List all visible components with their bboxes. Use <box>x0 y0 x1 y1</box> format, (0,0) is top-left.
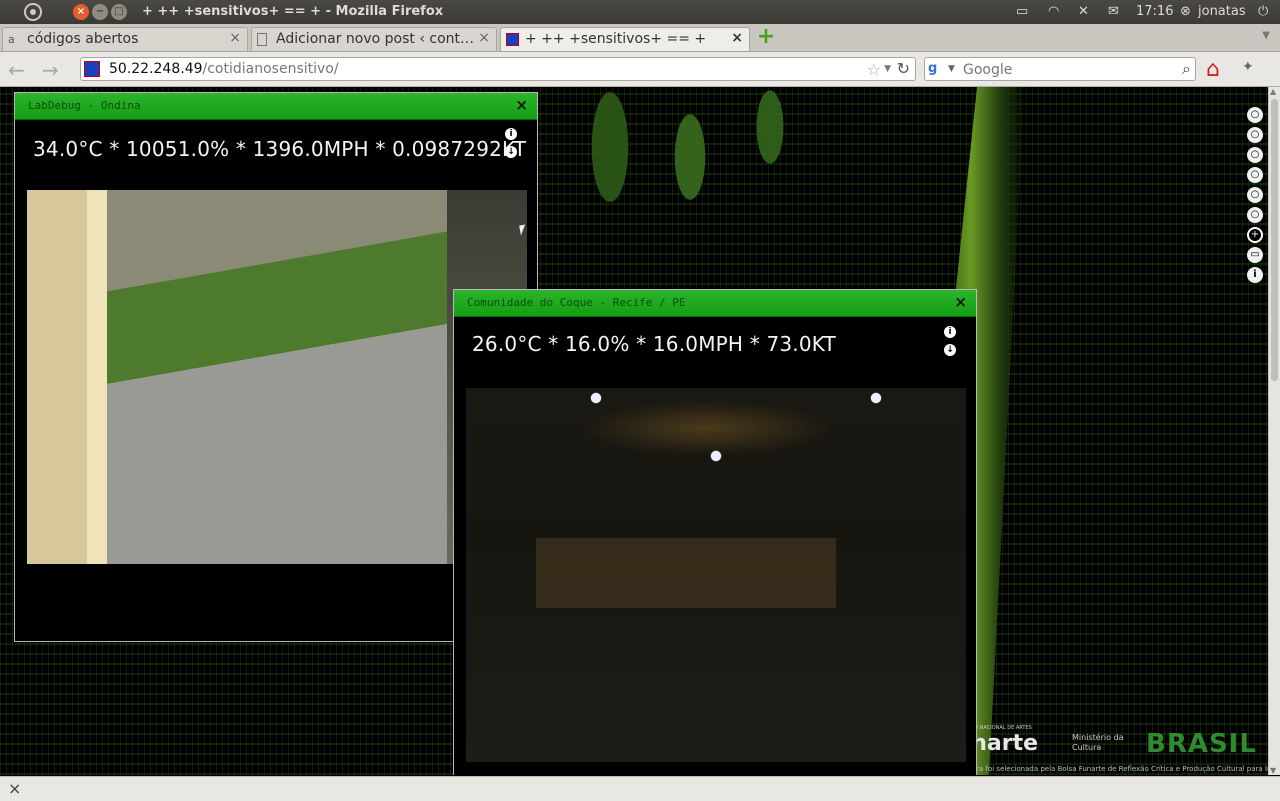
volume-muted-icon[interactable]: ✕ <box>1078 4 1089 19</box>
new-tab-button[interactable]: + <box>754 26 778 49</box>
tab-close-icon[interactable]: × <box>478 30 490 46</box>
close-icon[interactable]: × <box>515 96 528 114</box>
sidebar-toolbar: ○ ○ ○ ○ ○ ○ + ▭ i <box>1247 107 1263 287</box>
status-bar: × <box>0 776 1280 801</box>
window-close-button[interactable]: × <box>73 4 89 20</box>
lightbulb-icon[interactable]: ○ <box>1247 107 1263 123</box>
search-icon[interactable]: ⌕ <box>1182 59 1191 79</box>
camera-panel-coque[interactable]: Comunidade do Coque - Recife / PE × 26.0… <box>453 289 977 775</box>
lightbulb-icon[interactable]: ○ <box>1247 207 1263 223</box>
ubuntu-logo-icon[interactable] <box>24 3 42 21</box>
url-host: 50.22.248.49 <box>109 61 203 77</box>
search-input[interactable] <box>961 60 1165 80</box>
info-icon[interactable]: i <box>1247 267 1263 283</box>
url-text[interactable]: 50.22.248.49/cotidianosensitivo/ <box>109 61 339 77</box>
back-button[interactable]: ← <box>8 58 25 82</box>
user-name[interactable]: jonatas <box>1198 4 1246 19</box>
google-icon[interactable]: g <box>928 61 944 77</box>
scrollbar-thumb[interactable] <box>1271 99 1278 381</box>
panel-header[interactable]: Comunidade do Coque - Recife / PE × <box>454 290 976 317</box>
extension-icon[interactable]: ✦ <box>1242 59 1254 75</box>
window-title: + ++ +sensitivos+ == + - Mozilla Firefox <box>142 4 444 19</box>
site-favicon-icon <box>506 33 519 46</box>
info-icon[interactable]: i <box>944 326 956 338</box>
tab-label: Adicionar novo post ‹ contr… <box>276 31 476 47</box>
download-icon[interactable]: ↓ <box>944 344 956 356</box>
close-icon[interactable]: × <box>954 293 967 311</box>
url-bar[interactable]: 50.22.248.49/cotidianosensitivo/ ☆ ▼ ↻ <box>80 57 916 81</box>
tab-adicionar-post[interactable]: Adicionar novo post ‹ contr… × <box>251 27 497 51</box>
tab-label: códigos abertos <box>27 31 139 47</box>
brasil-government-logo: BRASIL <box>1146 729 1257 759</box>
search-engine-dropdown-icon[interactable]: ▼ <box>948 64 955 74</box>
download-icon[interactable]: ↓ <box>505 146 517 158</box>
tab-bar: a códigos abertos × Adicionar novo post … <box>0 24 1280 52</box>
tab-sensitivos[interactable]: + ++ +sensitivos+ == + × <box>500 27 750 51</box>
forward-button[interactable]: → <box>42 58 59 82</box>
user-status-icon[interactable]: ⊗ <box>1180 4 1191 19</box>
mail-icon[interactable]: ✉ <box>1108 4 1119 19</box>
panel-title: Comunidade do Coque - Recife / PE <box>467 296 686 309</box>
lightbulb-icon[interactable]: ○ <box>1247 127 1263 143</box>
tab-close-icon[interactable]: × <box>229 30 241 46</box>
site-favicon-icon: a <box>8 33 15 46</box>
url-path: /cotidianosensitivo/ <box>202 61 339 77</box>
webcam-image <box>466 388 966 762</box>
close-icon[interactable]: × <box>8 779 21 798</box>
clock[interactable]: 17:16 <box>1136 4 1173 19</box>
ministry-logo: Ministério da Cultura <box>1072 733 1124 752</box>
webcam-image <box>27 190 527 564</box>
lightbulb-icon[interactable]: ○ <box>1247 167 1263 183</box>
home-icon[interactable]: ⌂ <box>1206 57 1220 82</box>
navigation-toolbar: ← → 50.22.248.49/cotidianosensitivo/ ☆ ▼… <box>0 52 1280 87</box>
battery-icon[interactable]: ▭ <box>1016 4 1028 19</box>
panel-title: LabDebug - Ondina <box>28 99 141 112</box>
list-all-tabs-icon[interactable]: ▼ <box>1262 30 1270 41</box>
sponsor-logos: FUNDAÇÃO NACIONAL DE ARTES funarte Minis… <box>946 723 1268 775</box>
leaves-background-image <box>540 87 820 287</box>
search-bar[interactable]: g ▼ ⌕ <box>924 57 1196 81</box>
lightbulb-icon[interactable]: ○ <box>1247 147 1263 163</box>
document-icon <box>257 33 267 46</box>
scroll-down-icon[interactable]: ▼ <box>1270 766 1276 775</box>
comment-icon[interactable]: ▭ <box>1247 247 1263 263</box>
info-icon[interactable]: i <box>505 128 517 140</box>
sensor-readout: 34.0°C * 10051.0% * 1396.0MPH * 0.098729… <box>33 137 527 161</box>
site-identity-icon[interactable] <box>84 61 100 77</box>
wifi-icon[interactable]: ◠ <box>1048 4 1059 19</box>
panel-header[interactable]: LabDebug - Ondina × <box>15 93 537 120</box>
window-title-bar: × − □ + ++ +sensitivos+ == + - Mozilla F… <box>0 0 1280 24</box>
credit-text: Esta obra foi selecionada pela Bolsa Fun… <box>950 765 1268 773</box>
plus-circle-icon[interactable]: + <box>1247 227 1263 243</box>
page-scrollbar[interactable]: ▲ ▼ <box>1268 87 1280 775</box>
history-dropdown-icon[interactable]: ▼ <box>884 64 891 74</box>
page-content: ○ ○ ○ ○ ○ ○ + ▭ i FUNDAÇÃO NACIONAL DE A… <box>0 87 1268 775</box>
scroll-up-icon[interactable]: ▲ <box>1270 87 1276 96</box>
tab-codigos-abertos[interactable]: a códigos abertos × <box>2 27 248 51</box>
sensor-readout: 26.0°C * 16.0% * 16.0MPH * 73.0KT <box>472 332 836 356</box>
window-maximize-button[interactable]: □ <box>111 4 127 20</box>
lightbulb-icon[interactable]: ○ <box>1247 187 1263 203</box>
tab-label: + ++ +sensitivos+ == + <box>525 31 707 47</box>
power-icon[interactable]: ⏻ <box>1258 4 1268 19</box>
reload-icon[interactable]: ↻ <box>897 59 910 78</box>
bookmark-star-icon[interactable]: ☆ <box>867 60 881 79</box>
window-minimize-button[interactable]: − <box>92 4 108 20</box>
tab-close-icon[interactable]: × <box>731 30 743 46</box>
